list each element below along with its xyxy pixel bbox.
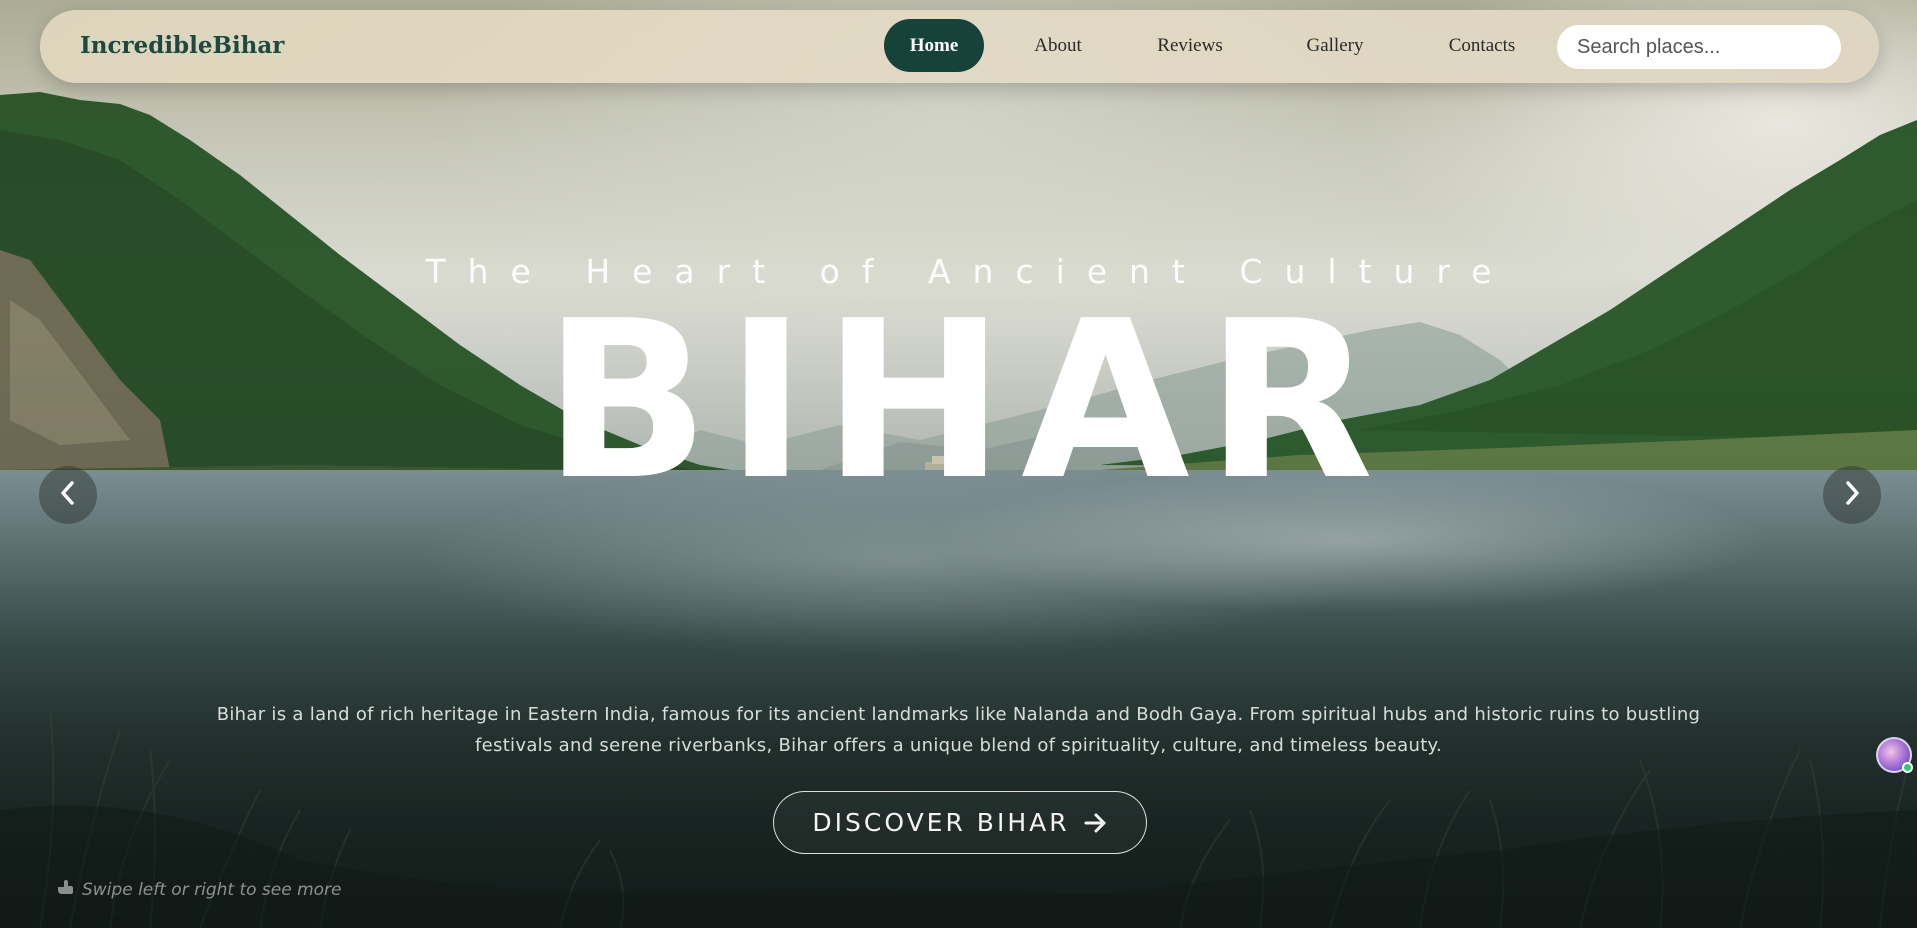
hero-description: Bihar is a land of rich heritage in East… [216, 704, 1701, 756]
nav-gallery-link[interactable]: Gallery [1280, 19, 1390, 72]
brand-logo[interactable]: IncredibleBihar [80, 32, 284, 59]
discover-button[interactable]: DISCOVER BIHAR [773, 791, 1147, 854]
arrow-right-icon [1084, 812, 1108, 834]
nav-reviews-link[interactable]: Reviews [1135, 19, 1245, 72]
nav-about-link[interactable]: About [1012, 19, 1104, 72]
discover-button-label: DISCOVER BIHAR [812, 808, 1070, 837]
nav-home-link[interactable]: Home [884, 19, 984, 72]
swipe-hint: Swipe left or right to see more [56, 879, 342, 900]
top-navbar: IncredibleBihar Home About Reviews Galle… [40, 10, 1879, 83]
chevron-left-icon [58, 480, 78, 510]
next-slide-button[interactable] [1823, 466, 1881, 524]
chevron-right-icon [1842, 480, 1862, 510]
swipe-hint-text: Swipe left or right to see more [82, 879, 342, 900]
previous-slide-button[interactable] [39, 466, 97, 524]
hero-title: BIHAR [543, 275, 1390, 528]
search-input[interactable] [1557, 25, 1841, 69]
online-status-dot [1902, 762, 1913, 773]
nav-contacts-link[interactable]: Contacts [1424, 19, 1540, 72]
pointing-hand-icon [56, 879, 74, 900]
assistant-avatar-button[interactable] [1876, 737, 1913, 773]
